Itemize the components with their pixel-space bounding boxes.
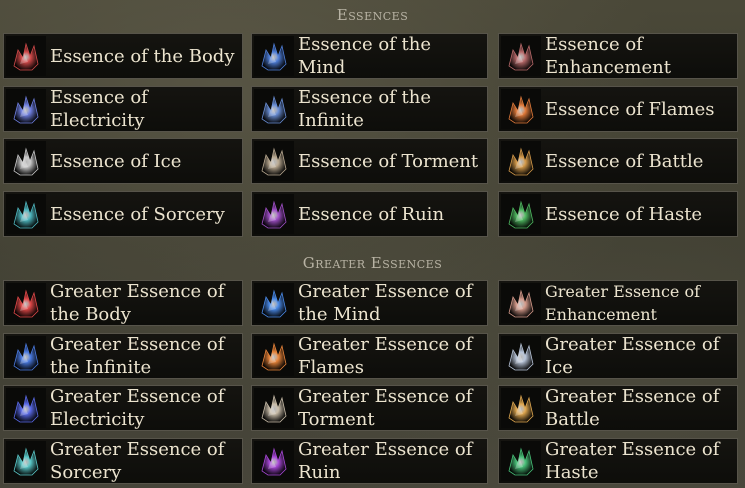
essence-slot[interactable]: Greater Essence of Ruin: [251, 438, 488, 484]
essence-label: Essence of Flames: [545, 98, 715, 120]
enhancement-essence-icon: [501, 36, 541, 76]
greater-essences-header: Greater Essences: [0, 250, 745, 276]
essence-label: Essence of Sorcery: [50, 203, 225, 225]
greater-mind-essence-icon: [254, 283, 294, 323]
essence-slot[interactable]: Essence of the Mind: [251, 33, 488, 79]
essence-slot[interactable]: Essence of Ruin: [251, 191, 488, 237]
greater-essences-header-title: Greater Essences: [302, 254, 443, 272]
essence-label: Greater Essence of Torment: [298, 386, 473, 430]
greater-ruin-essence-icon: [254, 441, 294, 481]
haste-essence-icon: [501, 194, 541, 234]
essence-slot[interactable]: Greater Essence of Sorcery: [3, 438, 243, 484]
essence-slot[interactable]: Greater Essence of the Body: [3, 280, 243, 326]
essences-header-title: Essences: [336, 6, 409, 24]
essence-label: Essence of Haste: [545, 203, 703, 225]
essence-slot[interactable]: Essence of the Infinite: [251, 86, 488, 132]
essence-slot[interactable]: Greater Essence of Electricity: [3, 385, 243, 431]
essence-label: Greater Essence of Ruin: [298, 439, 473, 483]
essence-slot[interactable]: Essence of Battle: [498, 138, 738, 184]
essence-label: Greater Essence of Flames: [298, 334, 473, 378]
greater-torment-essence-icon: [254, 388, 294, 428]
mind-essence-icon: [254, 36, 294, 76]
essence-label: Greater Essence of Haste: [545, 439, 720, 483]
electricity-essence-icon: [6, 89, 46, 129]
essence-slot[interactable]: Greater Essence of Ice: [498, 333, 738, 379]
essence-slot[interactable]: Essence of Electricity: [3, 86, 243, 132]
essence-slot[interactable]: Essence of Sorcery: [3, 191, 243, 237]
greater-ice-essence-icon: [501, 336, 541, 376]
essence-slot[interactable]: Essence of the Body: [3, 33, 243, 79]
essence-label: Greater Essence of Sorcery: [50, 439, 225, 483]
flames-essence-icon: [501, 89, 541, 129]
essence-label: Essence of Battle: [545, 150, 704, 172]
essence-slot[interactable]: Greater Essence of the Mind: [251, 280, 488, 326]
essence-label: Essence of the Body: [50, 45, 235, 67]
essence-slot[interactable]: Greater Essence of Flames: [251, 333, 488, 379]
ruin-essence-icon: [254, 194, 294, 234]
greater-infinite-essence-icon: [6, 336, 46, 376]
essence-label: Greater Essence of Enhancement: [545, 282, 701, 324]
ice-essence-icon: [6, 141, 46, 181]
essence-label: Greater Essence of the Infinite: [50, 334, 225, 378]
essence-slot[interactable]: Essence of Flames: [498, 86, 738, 132]
greater-flames-essence-icon: [254, 336, 294, 376]
essence-label: Essence of Electricity: [50, 87, 148, 131]
essence-slot[interactable]: Essence of Ice: [3, 138, 243, 184]
greater-body-essence-icon: [6, 283, 46, 323]
essence-label: Essence of Ruin: [298, 203, 445, 225]
essence-slot[interactable]: Greater Essence of Torment: [251, 385, 488, 431]
essence-slot[interactable]: Greater Essence of Haste: [498, 438, 738, 484]
battle-essence-icon: [501, 141, 541, 181]
essence-label: Greater Essence of the Body: [50, 281, 225, 325]
infinite-essence-icon: [254, 89, 294, 129]
essence-label: Greater Essence of Ice: [545, 334, 720, 378]
essence-label: Essence of Torment: [298, 150, 479, 172]
torment-essence-icon: [254, 141, 294, 181]
essence-label: Greater Essence of the Mind: [298, 281, 473, 325]
greater-battle-essence-icon: [501, 388, 541, 428]
essence-label: Essence of the Infinite: [298, 87, 432, 131]
greater-sorcery-essence-icon: [6, 441, 46, 481]
essence-slot[interactable]: Greater Essence of Enhancement: [498, 280, 738, 326]
essence-slot[interactable]: Essence of Torment: [251, 138, 488, 184]
essences-header: Essences: [0, 2, 745, 28]
essence-label: Greater Essence of Battle: [545, 386, 720, 430]
essence-slot[interactable]: Greater Essence of the Infinite: [3, 333, 243, 379]
essence-slot[interactable]: Essence of Haste: [498, 191, 738, 237]
sorcery-essence-icon: [6, 194, 46, 234]
greater-haste-essence-icon: [501, 441, 541, 481]
greater-enhancement-essence-icon: [501, 283, 541, 323]
essence-slot[interactable]: Essence of Enhancement: [498, 33, 738, 79]
essence-label: Essence of the Mind: [298, 34, 432, 78]
essence-label: Essence of Enhancement: [545, 34, 671, 78]
essence-label: Greater Essence of Electricity: [50, 386, 225, 430]
greater-electricity-essence-icon: [6, 388, 46, 428]
body-essence-icon: [6, 36, 46, 76]
essence-slot[interactable]: Greater Essence of Battle: [498, 385, 738, 431]
essence-label: Essence of Ice: [50, 150, 182, 172]
